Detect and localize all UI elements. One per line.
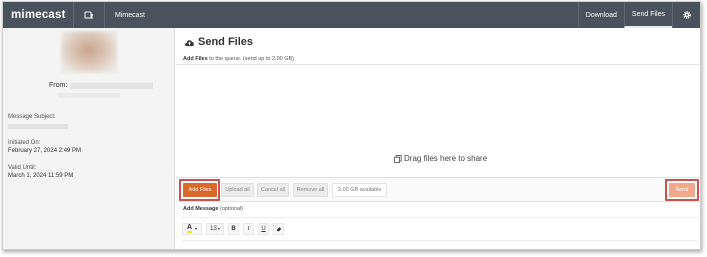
divider (104, 2, 105, 28)
upload-all-button[interactable]: Upload all (221, 183, 254, 197)
hint-text: to the queue. (send up to 2.00 GB) (209, 56, 294, 62)
upload-tray-icon[interactable] (74, 2, 104, 28)
avatar (61, 31, 117, 73)
add-message-label: Add Message (optional) (183, 206, 243, 212)
send-button[interactable]: Send (669, 183, 695, 197)
valid-label: Valid Until: (8, 165, 37, 171)
message-label-bold: Add Message (183, 206, 219, 212)
send-files-panel: Send Files Add Files to the queue. (send… (176, 28, 700, 249)
font-size-value: 13 (210, 225, 217, 232)
chevron-down-icon: ▾ (195, 226, 198, 231)
font-size-select[interactable]: 13 ▾ (206, 222, 224, 235)
title-text: Send Files (198, 36, 254, 48)
divider (182, 240, 698, 241)
initiated-label: Initiated On: (8, 140, 41, 146)
redacted-subject (8, 124, 68, 129)
redacted-sender (71, 82, 154, 89)
app-name: Mimecast (115, 11, 145, 19)
nav-download[interactable]: Download (577, 2, 624, 28)
gear-icon[interactable] (672, 2, 700, 28)
hint-bold: Add Files (183, 56, 208, 62)
nav-send-files[interactable]: Send Files (623, 2, 672, 28)
editor-toolbar: A ▾ 13 ▾ B I U (182, 217, 698, 239)
file-dropzone[interactable]: Drag files here to share (176, 65, 700, 177)
dropzone-text: Drag files here to share (404, 154, 488, 163)
top-bar: mimecast Mimecast Download Send Files (3, 2, 700, 28)
eraser-icon[interactable] (273, 222, 284, 235)
page-title: Send Files (184, 36, 253, 48)
copy-icon (394, 154, 402, 163)
redacted-sender-email (58, 93, 120, 98)
initiated-value: February 27, 2024 2:49 PM (8, 148, 82, 154)
cancel-all-button[interactable]: Cancel all (257, 183, 289, 197)
queue-actions: Add Files Upload all Cancel all Remove a… (176, 177, 700, 202)
mimecast-logo: mimecast (11, 9, 66, 21)
from-label: From: (49, 82, 68, 89)
sender-sidebar: From: Message Subject: Initiated On: Feb… (3, 28, 175, 249)
cloud-upload-icon (185, 39, 194, 46)
add-files-button[interactable]: Add Files (183, 183, 217, 197)
queue-hint: Add Files to the queue. (send up to 2.00… (183, 56, 294, 62)
remove-all-button[interactable]: Remove all (293, 183, 328, 197)
italic-button[interactable]: I (243, 222, 254, 235)
available-space: 2.00 GB available (332, 183, 388, 197)
underline-button[interactable]: U (258, 222, 269, 235)
font-color-icon: A (186, 224, 193, 233)
chevron-down-icon: ▾ (217, 226, 220, 231)
message-label-optional: (optional) (220, 206, 243, 212)
from-row: From: (49, 82, 154, 89)
valid-value: March 1, 2024 11:59 PM (8, 173, 74, 179)
font-color-button[interactable]: A ▾ (182, 222, 202, 235)
bold-button[interactable]: B (228, 222, 239, 235)
subject-label: Message Subject: (8, 114, 56, 120)
dropzone-label: Drag files here to share (394, 154, 487, 163)
mimecast-window: mimecast Mimecast Download Send Files Fr… (2, 1, 701, 250)
